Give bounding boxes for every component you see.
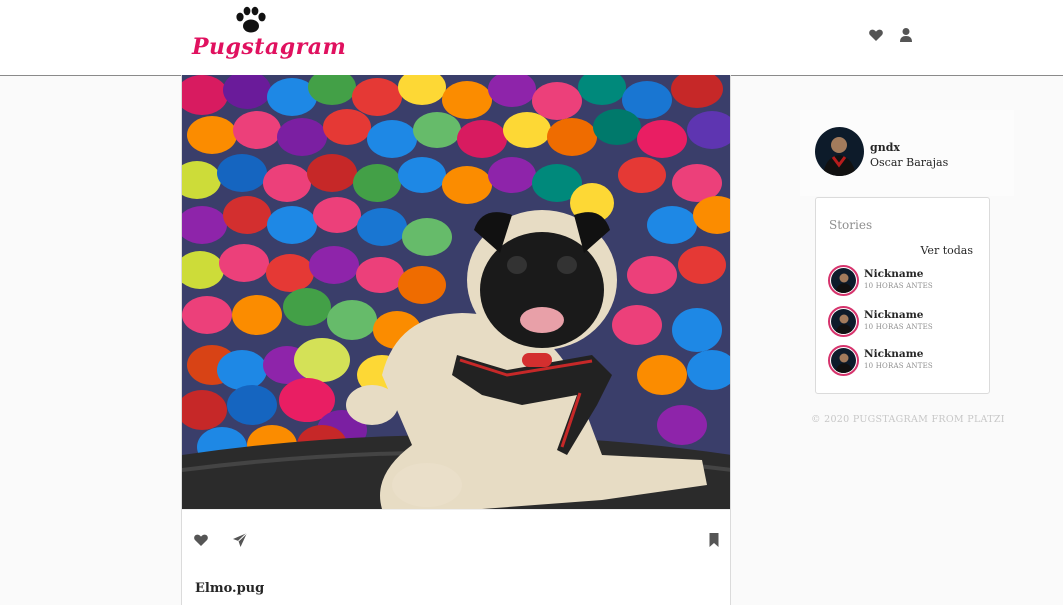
story-item[interactable]: Nickname 10 HORAS ANTES [828,265,978,299]
send-icon[interactable] [232,532,248,548]
stories-panel: Stories Ver todas Nickname 10 HORAS ANTE… [815,197,990,394]
profile-fullname: Oscar Barajas [870,156,949,169]
paw-icon [236,6,266,33]
story-item[interactable]: Nickname 10 HORAS ANTES [828,306,978,340]
post-card: Elmo.pug [181,75,731,605]
post-photo[interactable] [182,75,730,509]
story-avatar[interactable] [828,306,859,337]
brand-name: Pugstagram [192,34,347,60]
profile-username[interactable]: gndx [870,141,900,154]
user-icon[interactable] [898,27,914,43]
story-avatar[interactable] [828,345,859,376]
avatar[interactable] [815,127,864,176]
heart-icon[interactable] [868,27,884,43]
story-time: 10 HORAS ANTES [864,323,933,331]
footer-copyright: © 2020 PUGSTAGRAM FROM PLATZI [811,414,1005,425]
bookmark-icon[interactable] [706,532,722,548]
story-avatar[interactable] [828,265,859,296]
story-item[interactable]: Nickname 10 HORAS ANTES [828,345,978,379]
story-nickname: Nickname [864,348,924,360]
story-time: 10 HORAS ANTES [864,362,933,370]
brand-logo[interactable]: Pugstagram [190,4,346,68]
heart-icon[interactable] [193,532,209,548]
profile-summary: gndx Oscar Barajas [800,110,1014,196]
header-actions [868,27,914,43]
stories-title: Stories [829,218,873,232]
post-caption: Elmo.pug [195,581,265,596]
top-navbar: Pugstagram [0,0,1063,76]
pug-photo-image [182,75,730,509]
see-all-link[interactable]: Ver todas [921,244,974,257]
story-nickname: Nickname [864,309,924,321]
post-actions-bar [182,509,730,571]
story-nickname: Nickname [864,268,924,280]
story-time: 10 HORAS ANTES [864,282,933,290]
